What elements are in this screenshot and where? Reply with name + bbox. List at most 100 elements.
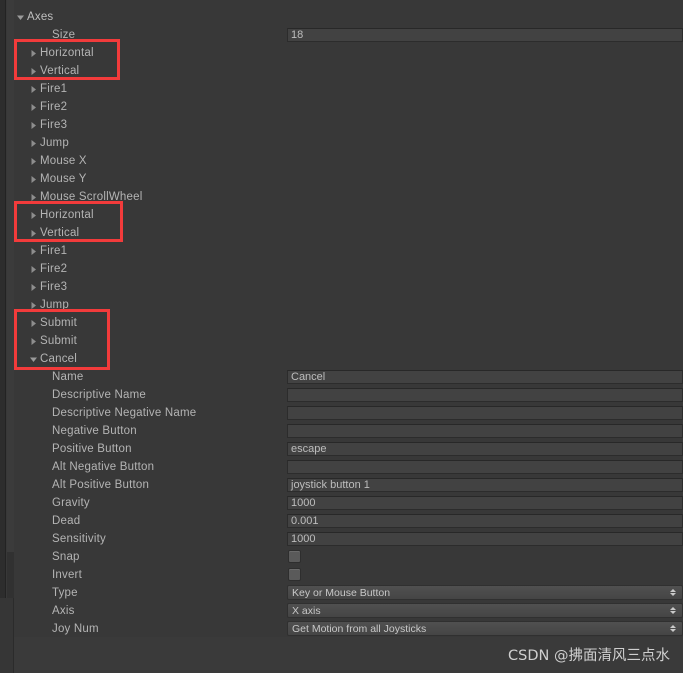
tree-item-mouse-x[interactable]: Mouse X <box>14 152 683 170</box>
row-label: Fire2 <box>40 263 68 275</box>
tree-item-fire1[interactable]: Fire1 <box>14 80 683 98</box>
triangle-right-icon[interactable] <box>27 206 40 224</box>
tree-item-cancel[interactable]: Cancel <box>14 350 683 368</box>
row-label: Jump <box>40 299 69 311</box>
size-input[interactable]: 18 <box>287 28 683 42</box>
tree-item-fire3[interactable]: Fire3 <box>14 278 683 296</box>
triangle-right-icon[interactable] <box>27 224 40 242</box>
tree-item-fire3[interactable]: Fire3 <box>14 116 683 134</box>
tree-item-horizontal[interactable]: Horizontal <box>14 206 683 224</box>
panel-bottom-left-edge <box>0 598 14 673</box>
axis-dropdown[interactable]: X axis <box>287 603 683 618</box>
axis-dropdown-value: X axis <box>292 604 321 617</box>
row-label: Mouse Y <box>40 173 87 185</box>
chevron-updown-icon <box>668 625 678 632</box>
alt-positive-button-input[interactable]: joystick button 1 <box>287 478 683 492</box>
joy-num-dropdown[interactable]: Get Motion from all Joysticks <box>287 621 683 636</box>
chevron-updown-icon <box>668 589 678 596</box>
triangle-right-icon[interactable] <box>27 116 40 134</box>
negative-button-input[interactable] <box>287 424 683 438</box>
property-label: Axis <box>52 605 75 617</box>
unity-input-manager-panel: Axes Size Horizontal Vertical Fire1 Fire2 Fire… <box>0 0 683 673</box>
tree-item-vertical[interactable]: Vertical <box>14 62 683 80</box>
chevron-updown-icon <box>668 607 678 614</box>
triangle-down-icon[interactable] <box>27 350 40 368</box>
triangle-right-icon[interactable] <box>27 98 40 116</box>
size-label: Size <box>52 29 76 41</box>
row-label: Mouse X <box>40 155 87 167</box>
tree-item-fire2[interactable]: Fire2 <box>14 260 683 278</box>
triangle-right-icon[interactable] <box>27 44 40 62</box>
row-label: Cancel <box>40 353 77 365</box>
tree-item-mouse-scrollwheel[interactable]: Mouse ScrollWheel <box>14 188 683 206</box>
triangle-right-icon[interactable] <box>27 152 40 170</box>
row-label: Horizontal <box>40 47 94 59</box>
triangle-right-icon[interactable] <box>27 188 40 206</box>
tree-item-submit[interactable]: Submit <box>14 332 683 350</box>
triangle-right-icon[interactable] <box>27 296 40 314</box>
property-label: Descriptive Name <box>52 389 146 401</box>
tree-root-axes[interactable]: Axes <box>14 8 683 26</box>
dead-input[interactable]: 0.001 <box>287 514 683 528</box>
row-label: Vertical <box>40 227 80 239</box>
property-row: Snap <box>14 548 683 566</box>
row-label: Fire1 <box>40 83 68 95</box>
row-label: Fire3 <box>40 281 68 293</box>
snap-checkbox[interactable] <box>288 550 301 563</box>
row-label: Axes <box>27 11 54 23</box>
tree-item-vertical[interactable]: Vertical <box>14 224 683 242</box>
triangle-right-icon[interactable] <box>27 80 40 98</box>
tree-item-fire1[interactable]: Fire1 <box>14 242 683 260</box>
triangle-right-icon[interactable] <box>27 314 40 332</box>
invert-checkbox[interactable] <box>288 568 301 581</box>
tree-item-jump[interactable]: Jump <box>14 134 683 152</box>
property-label: Sensitivity <box>52 533 106 545</box>
property-label: Snap <box>52 551 80 563</box>
row-label: Fire1 <box>40 245 68 257</box>
tree-item-jump[interactable]: Jump <box>14 296 683 314</box>
row-label: Fire3 <box>40 119 68 131</box>
property-label: Alt Positive Button <box>52 479 150 491</box>
descriptive-negative-name-input[interactable] <box>287 406 683 420</box>
triangle-right-icon[interactable] <box>27 260 40 278</box>
property-row: Invert <box>14 566 683 584</box>
row-label: Jump <box>40 137 69 149</box>
property-label: Joy Num <box>52 623 99 635</box>
property-label: Invert <box>52 569 82 581</box>
property-label: Descriptive Negative Name <box>52 407 197 419</box>
gravity-input[interactable]: 1000 <box>287 496 683 510</box>
property-label: Positive Button <box>52 443 132 455</box>
property-label: Negative Button <box>52 425 137 437</box>
property-label: Name <box>52 371 84 383</box>
descriptive-name-input[interactable] <box>287 388 683 402</box>
sensitivity-input[interactable]: 1000 <box>287 532 683 546</box>
row-label: Submit <box>40 335 77 347</box>
alt-negative-button-input[interactable] <box>287 460 683 474</box>
tree-item-submit[interactable]: Submit <box>14 314 683 332</box>
tree-item-mouse-y[interactable]: Mouse Y <box>14 170 683 188</box>
joy-num-dropdown-value: Get Motion from all Joysticks <box>292 622 427 635</box>
property-label: Alt Negative Button <box>52 461 155 473</box>
window-left-border <box>0 0 6 673</box>
type-dropdown[interactable]: Key or Mouse Button <box>287 585 683 600</box>
triangle-right-icon[interactable] <box>27 62 40 80</box>
triangle-down-icon[interactable] <box>14 8 27 26</box>
triangle-right-icon[interactable] <box>27 242 40 260</box>
tree-item-horizontal[interactable]: Horizontal <box>14 44 683 62</box>
property-label: Gravity <box>52 497 90 509</box>
triangle-right-icon[interactable] <box>27 134 40 152</box>
row-label: Submit <box>40 317 77 329</box>
triangle-right-icon[interactable] <box>27 170 40 188</box>
property-label: Dead <box>52 515 81 527</box>
property-label: Type <box>52 587 78 599</box>
name-input[interactable]: Cancel <box>287 370 683 384</box>
row-label: Fire2 <box>40 101 68 113</box>
type-dropdown-value: Key or Mouse Button <box>292 586 391 599</box>
tree-item-fire2[interactable]: Fire2 <box>14 98 683 116</box>
triangle-right-icon[interactable] <box>27 278 40 296</box>
triangle-right-icon[interactable] <box>27 332 40 350</box>
positive-button-input[interactable]: escape <box>287 442 683 456</box>
panel-left-scroll-thumb[interactable] <box>7 552 14 598</box>
watermark: CSDN @拂面清风三点水 <box>508 648 670 664</box>
row-label: Vertical <box>40 65 80 77</box>
